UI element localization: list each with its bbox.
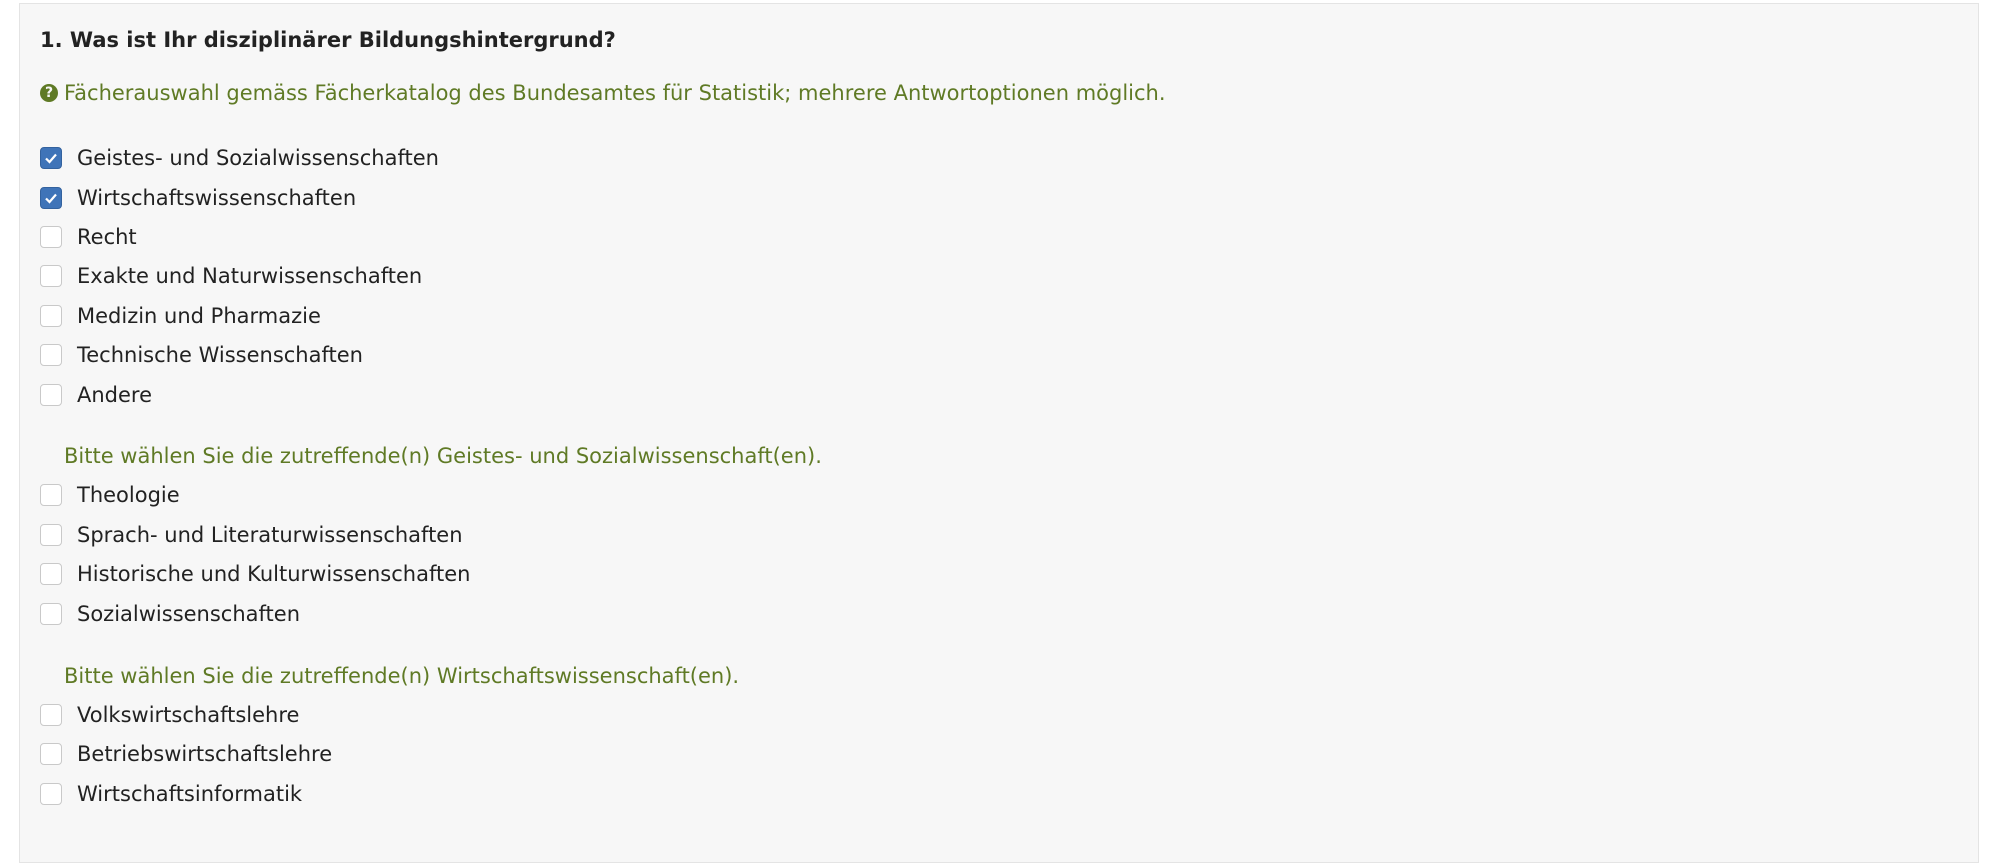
option-sozialwissenschaften[interactable]: Sozialwissenschaften — [40, 599, 300, 629]
checkbox[interactable] — [40, 524, 62, 546]
question-title: 1. Was ist Ihr disziplinärer Bildungshin… — [40, 28, 616, 52]
checkbox[interactable] — [40, 344, 62, 366]
sub-heading-wirtschaftswissenschaften: Bitte wählen Sie die zutreffende(n) Wirt… — [64, 664, 740, 688]
checkbox[interactable] — [40, 783, 62, 805]
checkbox[interactable] — [40, 704, 62, 726]
option-label: Medizin und Pharmazie — [77, 304, 321, 328]
option-label: Recht — [77, 225, 137, 249]
option-geistes-sozialwissenschaften[interactable]: Geistes- und Sozialwissenschaften — [40, 143, 439, 173]
option-label: Sprach- und Literaturwissenschaften — [77, 523, 463, 547]
option-andere[interactable]: Andere — [40, 380, 152, 410]
checkbox[interactable] — [40, 305, 62, 327]
checkbox[interactable] — [40, 563, 62, 585]
option-label: Exakte und Naturwissenschaften — [77, 264, 423, 288]
option-label: Technische Wissenschaften — [77, 343, 363, 367]
checkbox[interactable] — [40, 265, 62, 287]
option-label: Volkswirtschaftslehre — [77, 703, 300, 727]
option-recht[interactable]: Recht — [40, 222, 137, 252]
option-label: Wirtschaftswissenschaften — [77, 186, 357, 210]
option-label: Historische und Kulturwissenschaften — [77, 562, 471, 586]
checkbox-checked[interactable] — [40, 147, 62, 169]
option-label: Wirtschaftsinformatik — [77, 782, 303, 806]
checkbox[interactable] — [40, 226, 62, 248]
question-circle-icon: ? — [40, 84, 58, 102]
option-theologie[interactable]: Theologie — [40, 480, 180, 510]
option-technische-wissenschaften[interactable]: Technische Wissenschaften — [40, 340, 363, 370]
option-wirtschaftsinformatik[interactable]: Wirtschaftsinformatik — [40, 779, 302, 809]
checkbox-checked[interactable] — [40, 187, 62, 209]
option-label: Theologie — [77, 483, 180, 507]
sub-heading-geistes-sozialwissenschaften: Bitte wählen Sie die zutreffende(n) Geis… — [64, 444, 822, 468]
help-text: Fächerauswahl gemäss Fächerkatalog des B… — [64, 81, 1166, 105]
help-text-row: ? Fächerauswahl gemäss Fächerkatalog des… — [40, 81, 1166, 105]
option-label: Betriebswirtschaftslehre — [77, 742, 333, 766]
option-volkswirtschaftslehre[interactable]: Volkswirtschaftslehre — [40, 700, 299, 730]
check-icon — [45, 193, 57, 204]
option-label: Andere — [77, 383, 153, 407]
checkbox[interactable] — [40, 743, 62, 765]
option-historische-kulturwissenschaften[interactable]: Historische und Kulturwissenschaften — [40, 559, 470, 589]
question-panel: 1. Was ist Ihr disziplinärer Bildungshin… — [19, 3, 1979, 863]
check-icon — [45, 153, 57, 164]
checkbox[interactable] — [40, 484, 62, 506]
option-medizin-pharmazie[interactable]: Medizin und Pharmazie — [40, 301, 321, 331]
option-betriebswirtschaftslehre[interactable]: Betriebswirtschaftslehre — [40, 739, 332, 769]
option-wirtschaftswissenschaften[interactable]: Wirtschaftswissenschaften — [40, 183, 356, 213]
option-label: Sozialwissenschaften — [77, 602, 301, 626]
checkbox[interactable] — [40, 384, 62, 406]
checkbox[interactable] — [40, 603, 62, 625]
option-exakte-naturwissenschaften[interactable]: Exakte und Naturwissenschaften — [40, 261, 422, 291]
option-label: Geistes- und Sozialwissenschaften — [77, 146, 439, 170]
option-sprach-literaturwissenschaften[interactable]: Sprach- und Literaturwissenschaften — [40, 520, 463, 550]
